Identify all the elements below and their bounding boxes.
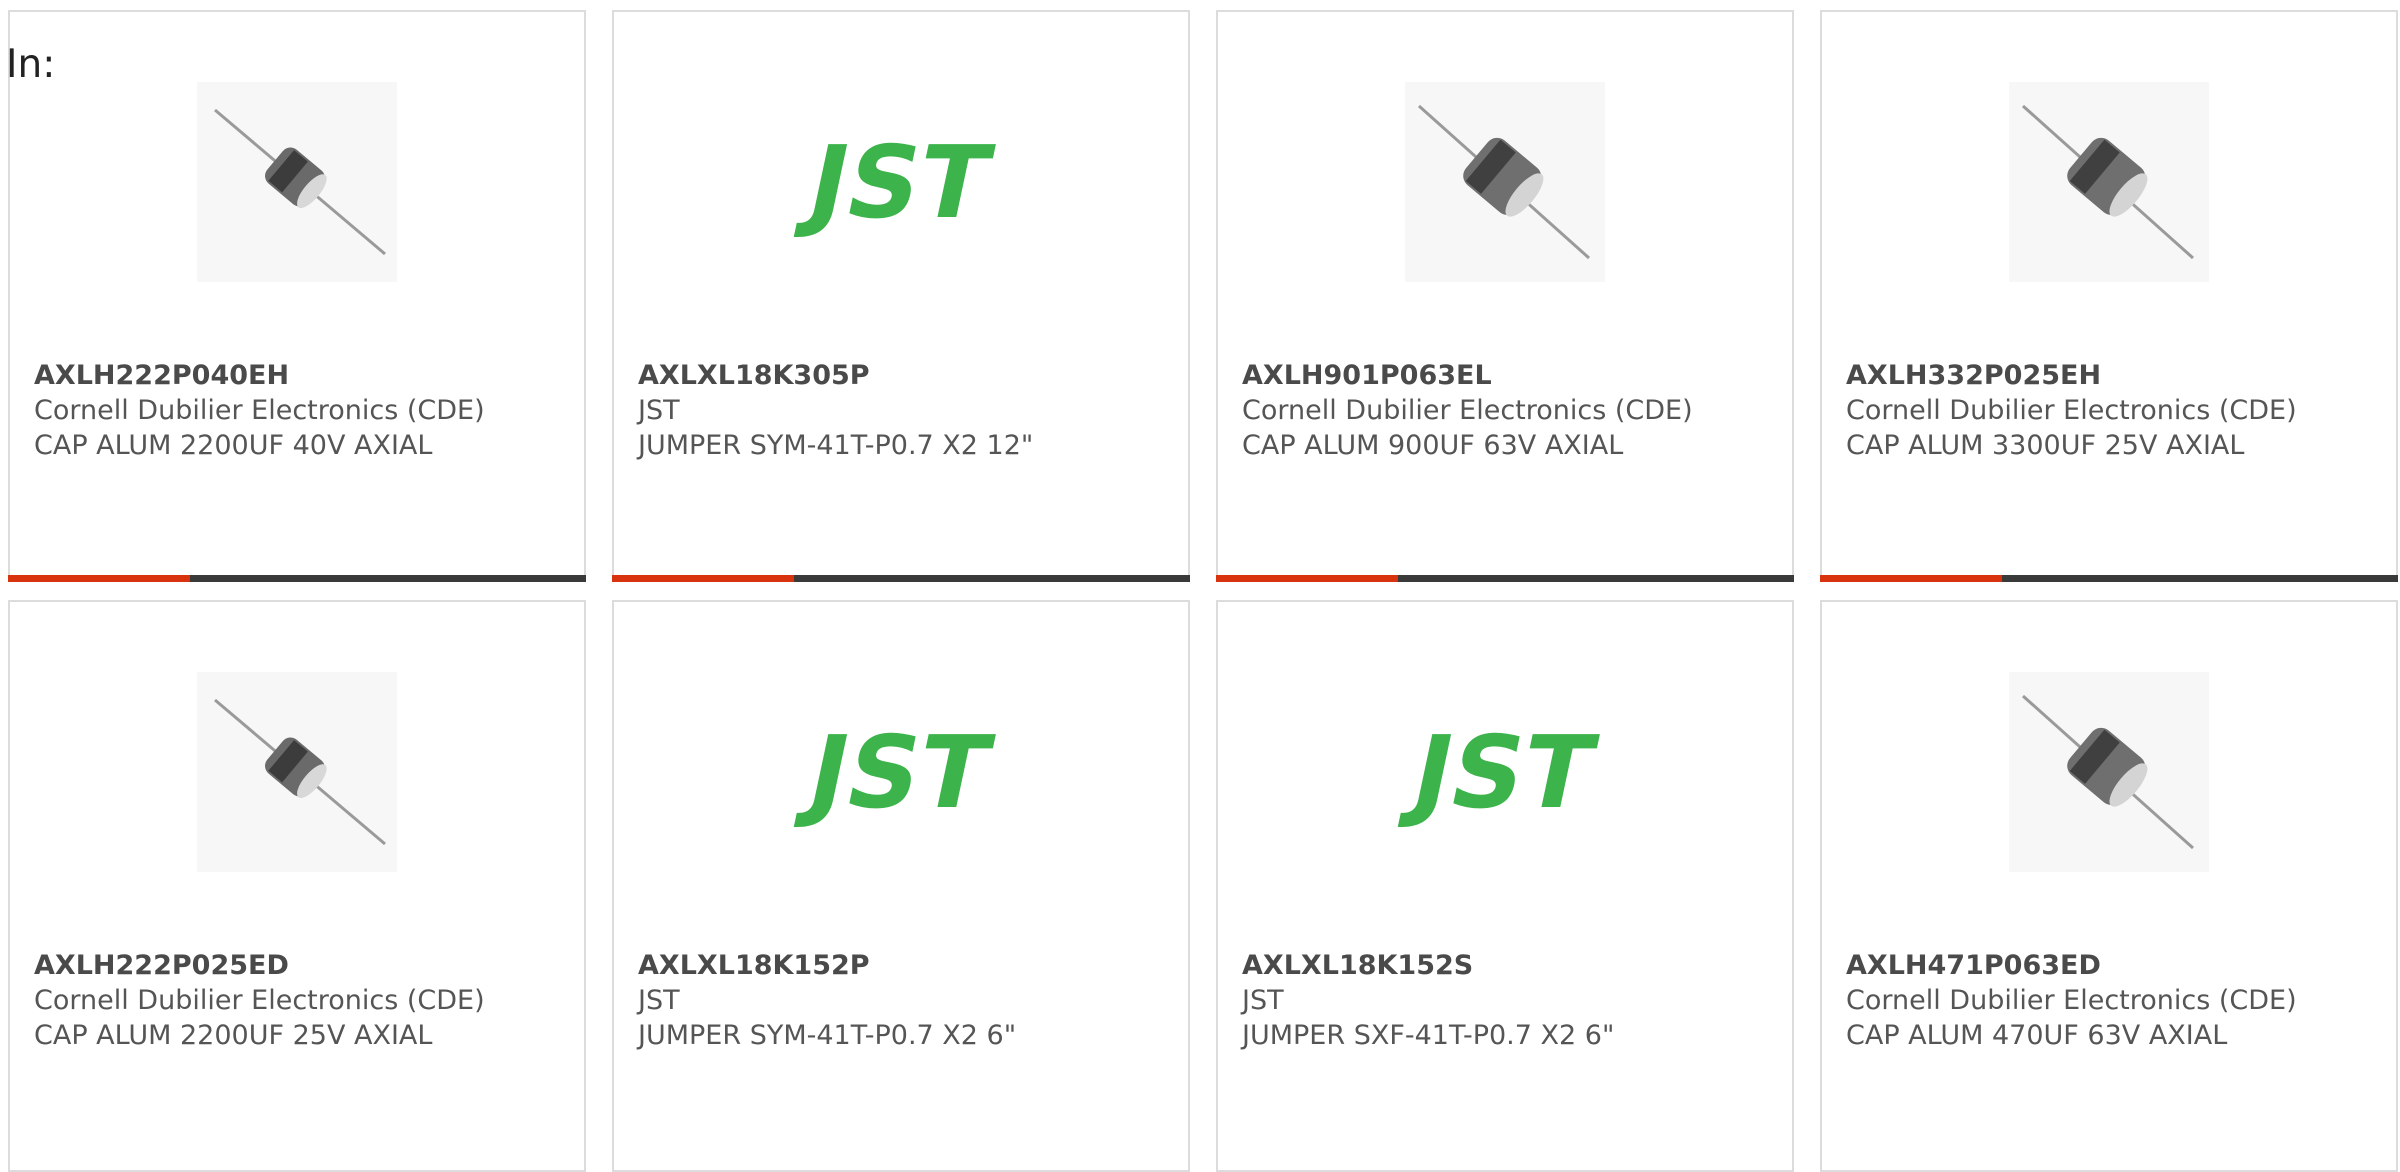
svg-text:JST: JST — [1397, 714, 1605, 831]
card-bar-accent — [612, 575, 795, 582]
product-image[interactable]: JST — [1218, 672, 1792, 892]
jst-logo-image: JST — [793, 714, 1001, 831]
description: CAP ALUM 3300UF 25V AXIAL — [1846, 430, 2245, 461]
product-card[interactable]: JST AXLXL18K152P JST JUMPER SYM-41T-P0.7… — [612, 600, 1190, 1172]
description: JUMPER SYM-41T-P0.7 X2 12" — [638, 430, 1034, 461]
manufacturer: Cornell Dubilier Electronics (CDE) — [34, 985, 485, 1016]
product-card[interactable]: AXLH901P063EL Cornell Dubilier Electroni… — [1216, 10, 1794, 582]
filter-label: In: — [6, 42, 56, 87]
part-number[interactable]: AXLXL18K305P — [638, 358, 1033, 393]
card-bar-accent — [8, 575, 191, 582]
product-image[interactable]: JST — [614, 672, 1188, 892]
product-image[interactable] — [10, 672, 584, 892]
product-card[interactable]: AXLH222P040EH Cornell Dubilier Electroni… — [8, 10, 586, 582]
manufacturer: Cornell Dubilier Electronics (CDE) — [34, 395, 485, 426]
svg-text:JST: JST — [793, 714, 1001, 831]
part-number[interactable]: AXLH471P063ED — [1846, 948, 2297, 983]
card-bar-accent — [1820, 575, 2003, 582]
svg-text:JST: JST — [793, 124, 1001, 241]
part-number[interactable]: AXLXL18K152S — [1242, 948, 1614, 983]
card-bar — [1820, 575, 2398, 582]
product-card[interactable]: AXLH332P025EH Cornell Dubilier Electroni… — [1820, 10, 2398, 582]
card-bar — [8, 575, 586, 582]
part-number[interactable]: AXLH901P063EL — [1242, 358, 1693, 393]
manufacturer: Cornell Dubilier Electronics (CDE) — [1846, 395, 2297, 426]
part-number[interactable]: AXLH222P025ED — [34, 948, 485, 983]
jst-logo-image: JST — [1397, 714, 1605, 831]
axial-capacitor-small-image — [197, 82, 397, 282]
product-card[interactable]: JST AXLXL18K305P JST JUMPER SYM-41T-P0.7… — [612, 10, 1190, 582]
product-card[interactable]: AXLH471P063ED Cornell Dubilier Electroni… — [1820, 600, 2398, 1172]
manufacturer: JST — [638, 985, 680, 1016]
manufacturer: JST — [1242, 985, 1284, 1016]
description: CAP ALUM 2200UF 25V AXIAL — [34, 1020, 433, 1051]
product-image[interactable] — [1822, 672, 2396, 892]
axial-capacitor-large-image — [1405, 82, 1605, 282]
axial-capacitor-large-image — [2009, 82, 2209, 282]
jst-logo-image: JST — [793, 124, 1001, 241]
product-image[interactable] — [10, 82, 584, 302]
product-image[interactable] — [1218, 82, 1792, 302]
product-card[interactable]: JST AXLXL18K152S JST JUMPER SXF-41T-P0.7… — [1216, 600, 1794, 1172]
description: CAP ALUM 900UF 63V AXIAL — [1242, 430, 1624, 461]
card-bar — [612, 575, 1190, 582]
description: CAP ALUM 470UF 63V AXIAL — [1846, 1020, 2228, 1051]
part-number[interactable]: AXLXL18K152P — [638, 948, 1016, 983]
card-bar — [1216, 575, 1794, 582]
description: JUMPER SXF-41T-P0.7 X2 6" — [1242, 1020, 1615, 1051]
description: JUMPER SYM-41T-P0.7 X2 6" — [638, 1020, 1017, 1051]
axial-capacitor-small-image — [197, 672, 397, 872]
part-number[interactable]: AXLH222P040EH — [34, 358, 485, 393]
manufacturer: JST — [638, 395, 680, 426]
product-card[interactable]: AXLH222P025ED Cornell Dubilier Electroni… — [8, 600, 586, 1172]
product-image[interactable]: JST — [614, 82, 1188, 302]
manufacturer: Cornell Dubilier Electronics (CDE) — [1242, 395, 1693, 426]
manufacturer: Cornell Dubilier Electronics (CDE) — [1846, 985, 2297, 1016]
card-bar-accent — [1216, 575, 1399, 582]
axial-capacitor-large-image — [2009, 672, 2209, 872]
product-image[interactable] — [1822, 82, 2396, 302]
part-number[interactable]: AXLH332P025EH — [1846, 358, 2297, 393]
product-grid: AXLH222P040EH Cornell Dubilier Electroni… — [0, 0, 2400, 1172]
description: CAP ALUM 2200UF 40V AXIAL — [34, 430, 433, 461]
